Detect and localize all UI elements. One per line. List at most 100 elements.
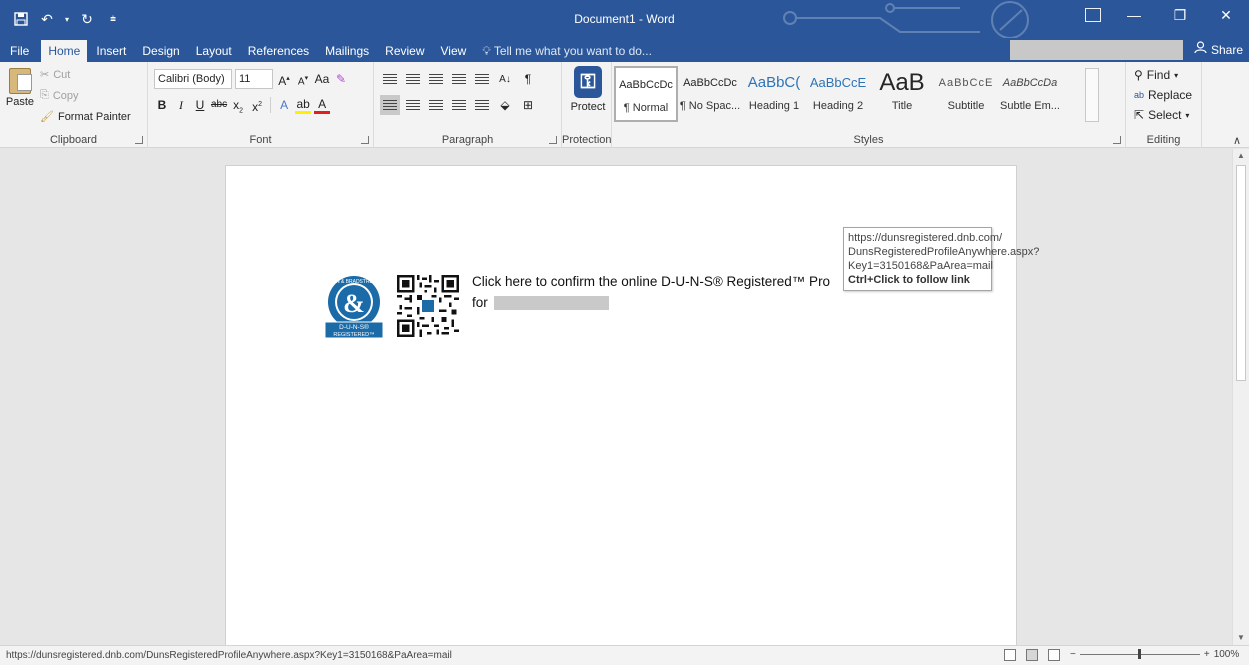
hyperlink-line-1[interactable]: Click here to confirm the online D-U-N-S… [472, 274, 830, 289]
justify-icon[interactable] [449, 95, 469, 115]
web-layout-icon[interactable] [1048, 649, 1060, 661]
increase-indent-icon[interactable] [472, 69, 492, 89]
line-spacing-icon[interactable] [472, 95, 492, 115]
lightbulb-icon: 💡︎ [482, 44, 491, 58]
customize-toolbar-icon[interactable]: ⩧ [102, 8, 124, 30]
window-controls: — ❐ ✕ [1111, 0, 1249, 38]
style-sample: AaBbCcE [809, 75, 867, 90]
hyperlink-paragraph[interactable]: Click here to confirm the online D-U-N-S… [472, 274, 830, 310]
font-size-dropdown[interactable]: 11 [235, 69, 273, 89]
style-heading-1[interactable]: AaBbC( Heading 1 [742, 66, 806, 122]
sort-icon[interactable]: A↓ [495, 69, 515, 89]
zoom-slider[interactable] [1079, 649, 1200, 659]
tooltip-url-line-3: Key1=3150168&PaArea=mail [848, 260, 993, 272]
collapse-ribbon-icon[interactable]: ∧ [1233, 134, 1241, 147]
font-color-icon[interactable]: A [314, 96, 331, 114]
scroll-up-icon[interactable]: ▲ [1233, 149, 1249, 163]
tab-design[interactable]: Design [135, 40, 186, 62]
hyperlink-line-2[interactable]: for [472, 295, 488, 310]
bullets-icon[interactable] [380, 69, 400, 89]
align-center-icon[interactable] [403, 95, 423, 115]
tab-references[interactable]: References [241, 40, 316, 62]
paste-button[interactable]: Paste [4, 68, 36, 108]
clipboard-dialog-launcher[interactable] [135, 136, 143, 144]
shading-icon[interactable]: ⬙ [495, 95, 515, 115]
duns-registered-seal-logo[interactable]: & DUN & BRADSTREET D-U-N-S® REGISTERED™ [323, 274, 385, 340]
copy-button[interactable]: ⎘ Copy [40, 89, 79, 102]
tab-file[interactable]: File [0, 40, 39, 62]
tab-review[interactable]: Review [378, 40, 431, 62]
align-left-icon[interactable] [380, 95, 400, 115]
font-group-label: Font [249, 134, 272, 146]
style-no-spacing[interactable]: AaBbCcDc ¶ No Spac... [678, 66, 742, 122]
tab-layout[interactable]: Layout [189, 40, 239, 62]
numbering-icon[interactable] [403, 69, 423, 89]
highlight-icon[interactable]: ab [295, 96, 312, 114]
vertical-scrollbar[interactable]: ▲ ▼ [1232, 149, 1249, 645]
style-title[interactable]: AaB Title [870, 66, 934, 122]
quick-access-toolbar: ↶ ▾ ↻ ⩧ [0, 0, 124, 38]
tab-mailings[interactable]: Mailings [318, 40, 376, 62]
hyperlink-tooltip: https://dunsregistered.dnb.com/ DunsRegi… [843, 227, 1039, 291]
style-subtle-emphasis[interactable]: AaBbCcDa Subtle Em... [998, 66, 1062, 122]
style-heading-2[interactable]: AaBbCcE Heading 2 [806, 66, 870, 122]
tab-home[interactable]: Home [41, 40, 88, 62]
italic-icon[interactable]: I [173, 95, 189, 115]
scrollbar-thumb[interactable] [1236, 165, 1246, 381]
cut-button[interactable]: ✂︎ Cut [40, 68, 71, 82]
redo-icon[interactable]: ↻ [76, 8, 98, 30]
borders-icon[interactable]: ⊞ [518, 95, 538, 115]
clear-formatting-icon[interactable]: ✎ [333, 69, 349, 89]
document-page[interactable]: & DUN & BRADSTREET D-U-N-S® REGISTERED™ [225, 165, 1039, 645]
cut-label: Cut [53, 68, 71, 81]
protect-button[interactable]: ⚿ Protect [568, 66, 608, 113]
font-dialog-launcher[interactable] [361, 136, 369, 144]
strikethrough-icon[interactable]: abc [211, 95, 227, 115]
styles-dialog-launcher[interactable] [1113, 136, 1121, 144]
window-title: Document1 - Word [574, 12, 675, 26]
zoom-level[interactable]: 100% [1214, 649, 1240, 660]
share-button[interactable]: Share [1194, 38, 1243, 62]
tab-view[interactable]: View [434, 40, 474, 62]
align-right-icon[interactable] [426, 95, 446, 115]
superscript-icon[interactable]: x2 [249, 95, 265, 115]
save-icon[interactable] [10, 8, 32, 30]
status-url: https://dunsregistered.dnb.com/DunsRegis… [6, 650, 452, 661]
undo-icon[interactable]: ↶ [36, 8, 58, 30]
font-name-dropdown[interactable]: Calibri (Body) [154, 69, 232, 89]
replace-button[interactable]: ab Replace [1134, 88, 1192, 102]
zoom-in-icon[interactable]: + [1204, 649, 1210, 660]
copy-label: Copy [52, 89, 79, 102]
zoom-out-icon[interactable]: − [1070, 649, 1076, 660]
styles-gallery-scroll[interactable] [1085, 68, 1099, 122]
text-effects-icon[interactable]: A [276, 95, 292, 115]
dropdown-arrow-icon[interactable]: ▾ [62, 8, 72, 30]
show-formatting-marks-icon[interactable]: ¶ [518, 69, 538, 89]
chevron-down-icon: ▾ [1174, 70, 1179, 80]
format-painter-button[interactable]: 🖌︎ Format Painter [40, 110, 131, 124]
decrease-indent-icon[interactable] [449, 69, 469, 89]
select-button[interactable]: ⇱ Select ▾ [1134, 108, 1189, 122]
read-mode-icon[interactable] [1004, 649, 1016, 661]
find-button[interactable]: ⚲ Find ▾ [1134, 68, 1178, 82]
ribbon-display-options-icon[interactable] [1085, 8, 1101, 22]
style-subtitle[interactable]: AaBbCcE Subtitle [934, 66, 998, 122]
qr-code-image[interactable] [397, 275, 459, 337]
grow-font-icon[interactable]: A▴ [276, 69, 292, 89]
style-normal[interactable]: AaBbCcDc ¶ Normal [614, 66, 678, 122]
subscript-icon[interactable]: x2 [230, 95, 246, 115]
tab-insert[interactable]: Insert [89, 40, 133, 62]
circuit-pattern-decoration [783, 1, 1029, 38]
shrink-font-icon[interactable]: A▾ [295, 69, 311, 89]
minimize-icon[interactable]: — [1111, 0, 1157, 30]
paragraph-dialog-launcher[interactable] [549, 136, 557, 144]
tell-me-box[interactable]: 💡︎ Tell me what you want to do... [475, 40, 659, 62]
scroll-down-icon[interactable]: ▼ [1233, 631, 1249, 645]
underline-icon[interactable]: U [192, 95, 208, 115]
restore-icon[interactable]: ❐ [1157, 0, 1203, 30]
close-icon[interactable]: ✕ [1203, 0, 1249, 30]
bold-icon[interactable]: B [154, 95, 170, 115]
change-case-button[interactable]: Aa [314, 69, 330, 89]
print-layout-icon[interactable] [1026, 649, 1038, 661]
multilevel-list-icon[interactable] [426, 69, 446, 89]
